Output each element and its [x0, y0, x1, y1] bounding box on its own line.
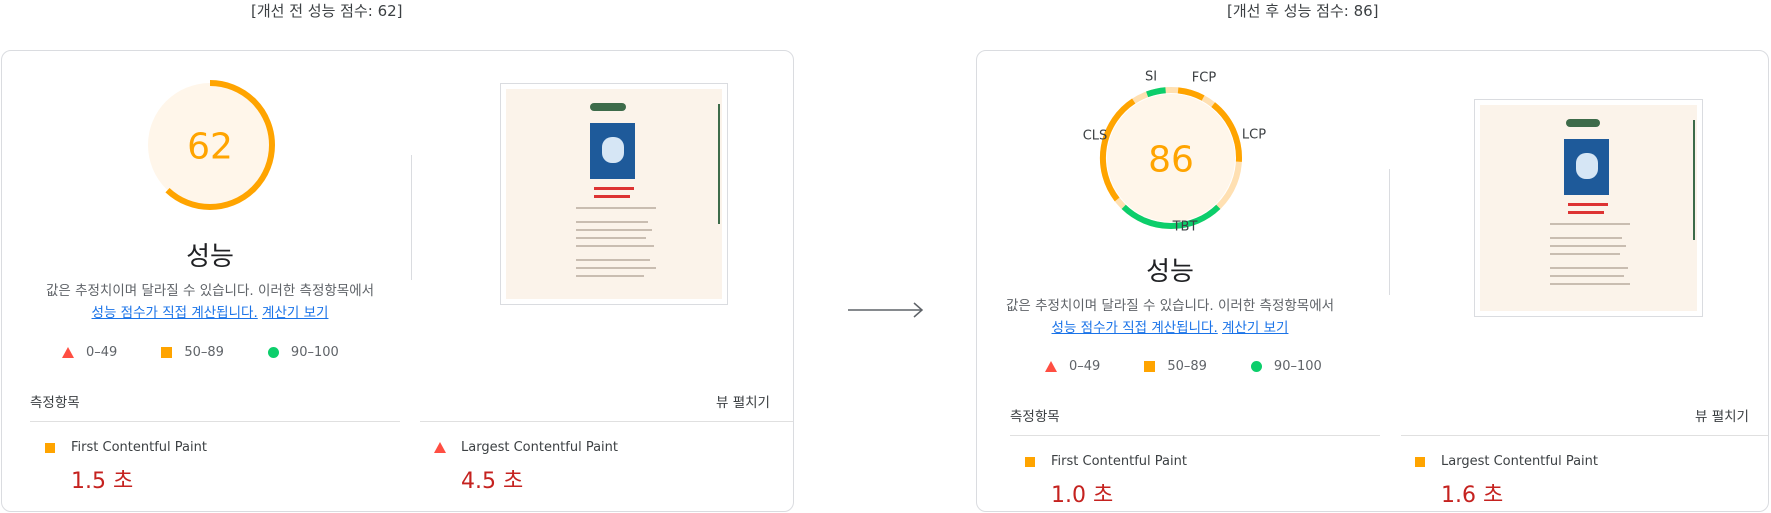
after-lcp-label: Largest Contentful Paint [1441, 454, 1599, 469]
after-score-value: 86 [1148, 140, 1194, 181]
gauge-label-fcp: FCP [1192, 71, 1217, 86]
before-score-calc-link[interactable]: 성능 점수가 직접 계산됩니다. [92, 305, 258, 321]
before-fcp-label: First Contentful Paint [71, 440, 207, 455]
after-metrics-header: 측정항목 [1010, 409, 1060, 425]
before-expand-view-button[interactable]: 뷰 펼치기 [716, 391, 770, 411]
red-triangle-icon [1045, 361, 1057, 372]
legend-poor: 0–49 [1069, 359, 1101, 374]
legend-average: 50–89 [184, 345, 224, 360]
gauge-label-lcp: LCP [1242, 128, 1266, 143]
orange-square-icon [1025, 457, 1035, 467]
after-metric-divider-left [1010, 435, 1380, 436]
before-score-value: 62 [187, 127, 233, 168]
si-segment [1146, 87, 1166, 98]
after-page-screenshot[interactable] [1474, 99, 1703, 317]
after-legend: 0–49 50–89 90–100 [1045, 359, 1366, 374]
gauge-label-tbt: TBT [1172, 220, 1198, 235]
after-divider [1389, 169, 1390, 295]
arrow-right-icon [848, 302, 924, 318]
green-circle-icon [267, 347, 279, 358]
after-lcp-value: 1.6 초 [1441, 483, 1504, 508]
orange-square-icon [1144, 361, 1156, 372]
orange-square-icon [1415, 457, 1425, 467]
gauge-label-cls: CLS [1083, 129, 1108, 144]
before-page-screenshot[interactable] [500, 83, 728, 305]
before-lcp-label: Largest Contentful Paint [461, 440, 619, 455]
before-score-gauge: 62 [142, 77, 278, 213]
legend-good: 90–100 [1273, 359, 1322, 374]
after-desc-line: 값은 추정치이며 달라질 수 있습니다. 이러한 측정항목에서 [1005, 298, 1335, 314]
before-description: 값은 추정치이며 달라질 수 있습니다. 이러한 측정항목에서 성능 점수가 직… [10, 280, 410, 324]
before-fcp-value: 1.5 초 [71, 469, 134, 494]
after-score-calc-link[interactable]: 성능 점수가 직접 계산됩니다. [1052, 320, 1218, 336]
after-score-gauge: 86 SI FCP LCP TBT CLS [1075, 63, 1267, 235]
green-circle-icon [1250, 361, 1262, 372]
after-fcp-value: 1.0 초 [1051, 483, 1114, 508]
red-triangle-icon [434, 442, 446, 453]
before-report-panel: 62 성능 값은 추정치이며 달라질 수 있습니다. 이러한 측정항목에서 성능… [1, 50, 794, 512]
after-expand-view-button[interactable]: 뷰 펼치기 [1695, 405, 1749, 425]
orange-square-icon [161, 347, 173, 358]
before-desc-line: 값은 추정치이며 달라질 수 있습니다. 이러한 측정항목에서 [45, 283, 375, 299]
after-calculator-link[interactable]: 계산기 보기 [1222, 320, 1288, 336]
before-metrics-header: 측정항목 [30, 395, 80, 411]
before-caption: [개선 전 성능 점수: 62] [251, 2, 403, 20]
before-divider [411, 155, 412, 280]
after-performance-title: 성능 [1146, 257, 1194, 287]
legend-poor: 0–49 [86, 345, 118, 360]
after-description: 값은 추정치이며 달라질 수 있습니다. 이러한 측정항목에서 성능 점수가 직… [977, 295, 1370, 339]
before-lcp-value: 4.5 초 [461, 469, 524, 494]
before-calculator-link[interactable]: 계산기 보기 [262, 305, 328, 321]
red-triangle-icon [62, 347, 74, 358]
after-fcp-label: First Contentful Paint [1051, 454, 1187, 469]
before-metric-divider-right [420, 421, 793, 422]
orange-square-icon [45, 443, 55, 453]
legend-good: 90–100 [290, 345, 339, 360]
after-report-panel: 86 SI FCP LCP TBT CLS 성능 값은 추정치이며 달라질 수 … [976, 50, 1769, 512]
legend-average: 50–89 [1167, 359, 1207, 374]
before-performance-title: 성능 [186, 242, 234, 272]
after-caption: [개선 후 성능 점수: 86] [1227, 2, 1379, 20]
after-metric-divider-right [1401, 435, 1768, 436]
before-metric-divider-left [30, 421, 400, 422]
before-legend: 0–49 50–89 90–100 [62, 345, 383, 360]
gauge-label-si: SI [1145, 70, 1157, 85]
